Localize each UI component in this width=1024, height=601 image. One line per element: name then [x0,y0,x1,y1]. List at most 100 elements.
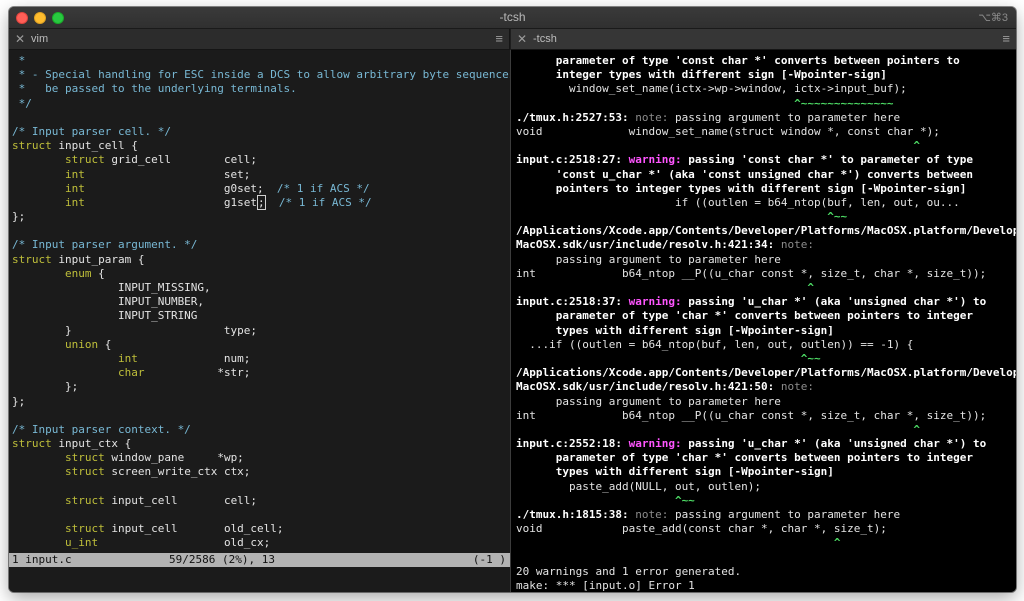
vim-text [266,196,279,209]
vim-editor-pane[interactable]: * * - Special handling for ESC inside a … [9,50,510,592]
vim-line [12,409,510,423]
pane-tab-tcsh[interactable]: ✕ -tcsh ≡ [511,29,1016,50]
shell-line: passing argument to parameter here [516,395,1016,409]
vim-line: enum { [12,267,510,281]
shell-text: ./tmux.h:2527:53: [516,110,636,124]
shell-line: if ((outlen = b64_ntop(buf, len, out, ou… [516,196,1016,210]
shell-text: ^~~ [516,210,848,224]
vim-text: int [117,351,138,365]
shell-text: input.c:2518:27: [516,153,629,167]
vim-line: struct input_cell old_cell; [12,522,510,536]
shell-line: parameter of type 'char *' converts betw… [516,451,1016,465]
close-pane-icon[interactable]: ✕ [15,32,25,46]
vim-line: struct input_param { [12,253,510,267]
shell-text: passing 'const char *' to parameter of t… [681,153,973,167]
vim-line [12,111,510,125]
vim-text [12,522,65,535]
pane-menu-icon[interactable]: ≡ [1002,31,1010,46]
shell-text: if ((outlen = b64_ntop(buf, len, out, ou… [516,195,960,209]
shell-line: ^ [516,139,1016,153]
vim-text: INPUT_NUMBER, [12,295,205,309]
vim-command-line[interactable] [9,567,510,592]
shell-line: 'const u_char *' (aka 'const unsigned ch… [516,168,1016,182]
vim-line: union { [12,338,510,352]
shell-line: MacOSX.sdk/usr/include/resolv.h:421:34: … [516,238,1016,252]
shell-text: input.c:2552:18: [516,437,629,451]
shell-text: 'const u_char *' (aka 'const unsigned ch… [516,167,973,181]
shell-text: warning: [628,437,682,451]
vim-line: * [12,54,510,68]
shell-text: parameter of type 'char *' converts betw… [516,309,973,323]
shell-line: ./tmux.h:1815:38: note: passing argument… [516,508,1016,522]
vim-line: int set; [12,168,510,182]
vim-line: }; [12,395,510,409]
vim-line: int g0set; /* 1 if ACS */ [12,182,510,196]
shell-text: warning: [628,295,682,309]
shell-text: /Applications/Xcode.app/Contents/Develop… [516,224,1016,238]
vim-text: struct [64,153,105,167]
vim-line: INPUT_MISSING, [12,281,510,295]
vim-text: char [117,366,145,380]
vim-line: }; [12,380,510,394]
shell-pane[interactable]: parameter of type 'const char *' convert… [511,50,1016,592]
vim-text: INPUT_STRING [12,309,198,323]
shell-line: void paste_add(const char *, char *, siz… [516,522,1016,536]
vim-text: old_cx; [98,536,271,550]
shell-text: note: [635,508,669,521]
vim-text: { [91,266,105,280]
vim-text [12,267,65,280]
shell-line: ^~~~~~~~~~~~~~~ [516,97,1016,111]
vim-text: set; [84,167,251,181]
vim-line [12,508,510,522]
vim-line: int g1set; /* 1 if ACS */ [12,194,510,210]
shell-line: passing argument to parameter here [516,253,1016,267]
shell-text: paste_add(NULL, out, outlen); [516,479,762,493]
vim-line: struct grid_cell cell; [12,153,510,167]
shell-text: passing 'u_char *' (aka 'unsigned char *… [681,295,987,309]
shell-text: ^ [516,281,815,294]
vim-text: input_cell old_cell; [104,522,284,536]
vim-text [12,196,65,209]
shell-text: passing argument to parameter here [668,508,901,521]
vim-text: screen_write_ctx ctx; [104,465,251,479]
vim-text: struct [64,465,105,479]
vim-line: struct window_pane *wp; [12,451,510,465]
vim-line: struct screen_write_ctx ctx; [12,465,510,479]
vim-text: }; [12,210,26,224]
vim-text [12,465,65,478]
shell-text: passing argument to parameter here [516,394,781,408]
vim-line: INPUT_NUMBER, [12,295,510,309]
shell-line: integer types with different sign [-Wpoi… [516,68,1016,82]
shell-line: ^ [516,536,1016,550]
pane-tab-vim[interactable]: ✕ vim ≡ [9,29,510,50]
shell-text: note: [635,110,669,124]
pane-tab-label: -tcsh [533,33,557,45]
shell-text: void window_set_name(struct window *, co… [516,124,940,138]
vim-status-line: 1 input.c 59/2586 (2%), 13 (-1 ) [9,553,510,567]
vim-text [12,494,65,507]
close-pane-icon[interactable]: ✕ [517,32,527,46]
pane-menu-icon[interactable]: ≡ [495,31,503,46]
shell-line: input.c:2518:37: warning: passing 'u_cha… [516,295,1016,309]
vim-line [12,224,510,238]
shell-text: note: [780,380,815,394]
vim-line: }; [12,210,510,224]
shell-line: parameter of type 'char *' converts betw… [516,309,1016,323]
window-title: -tcsh [499,10,526,24]
status-column: (-1 ) [472,553,506,566]
status-filename: 1 input.c [12,553,72,566]
vim-text [12,338,65,351]
vim-line: struct input_ctx { [12,437,510,451]
shell-text: parameter of type 'char *' converts betw… [516,451,973,465]
vim-text: * [12,54,26,67]
vim-text: input_cell cell; [104,493,258,507]
vim-text: input_ctx { [51,437,132,451]
shell-line: input.c:2552:18: warning: passing 'u_cha… [516,437,1016,451]
vim-text: /* Input parser cell. */ [12,124,171,138]
terminal-window: -tcsh ⌥⌘3 ✕ vim ≡ ✕ -tcsh ≡ * * - Specia… [9,7,1016,592]
vim-text: } type; [12,323,258,337]
shell-text: make: *** [input.o] Error 1 [516,578,695,592]
vim-text: { [98,337,112,351]
shell-line: window_set_name(ictx->wp->window, ictx->… [516,82,1016,96]
shell-text: ^~~ [516,493,695,507]
